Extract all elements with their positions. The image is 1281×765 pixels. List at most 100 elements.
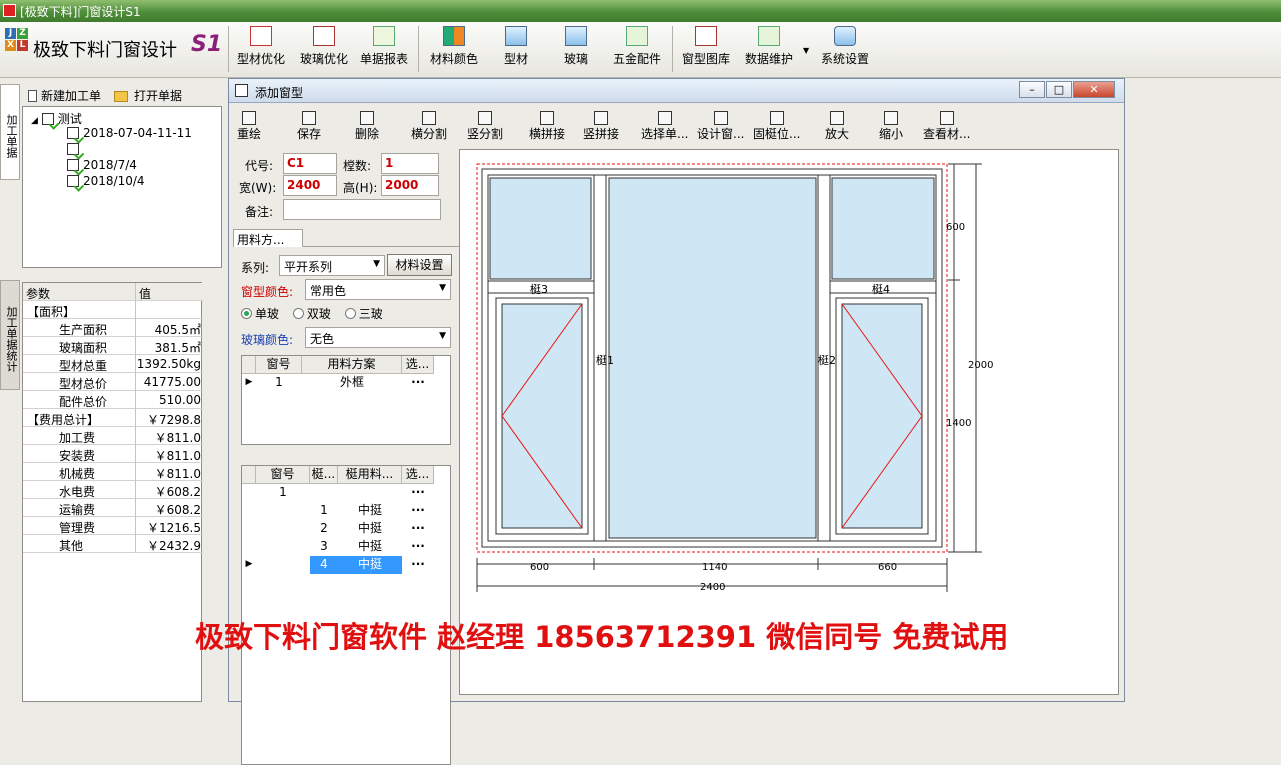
promo-watermark: 极致下料门窗软件 赵经理 18563712391 微信同号 免费试用 — [195, 620, 1009, 654]
grid-cell[interactable]: 2 — [310, 520, 338, 538]
close-button[interactable]: ✕ — [1073, 81, 1115, 98]
zoom-out-button[interactable]: 缩小 — [879, 111, 903, 141]
stat-key: 生产面积 — [59, 323, 108, 337]
grid-cell[interactable]: 1 — [256, 484, 310, 502]
series-select[interactable]: 平开系列 — [279, 255, 385, 276]
select-order-icon — [657, 111, 672, 125]
profile-optimize-button[interactable]: 型材优化 — [236, 24, 286, 76]
tab-order-stats[interactable]: 加工单据统计 — [0, 280, 20, 390]
select-ellipsis-button[interactable]: ··· — [402, 502, 434, 520]
redraw-button[interactable]: 重绘 — [237, 111, 261, 141]
stats-row[interactable]: 【面积】 — [23, 301, 203, 319]
stats-row[interactable]: 玻璃面积 381.5㎡ — [23, 337, 203, 355]
design-window-button[interactable]: 设计窗... — [697, 111, 744, 141]
tree-node[interactable]: 2018-07-04-11-11 — [67, 126, 192, 142]
zoom-in-button[interactable]: 放大 — [825, 111, 849, 141]
glass-optimize-button[interactable]: 玻璃优化 — [298, 24, 350, 76]
grid-cell[interactable] — [256, 538, 310, 556]
grid-cell[interactable] — [256, 502, 310, 520]
grid-cell[interactable]: 1 — [310, 502, 338, 520]
delete-button[interactable]: 删除 — [355, 111, 379, 141]
mullion-position-button[interactable]: 固梃位... — [753, 111, 800, 141]
stats-row[interactable]: 水电费 ￥608.2 — [23, 481, 203, 499]
tree-node[interactable]: 2018/7/4 — [67, 158, 137, 174]
stats-row[interactable]: 配件总价 510.00 — [23, 391, 203, 409]
note-field[interactable] — [283, 199, 441, 220]
stats-row[interactable]: 【费用总计】 ￥7298.8 — [23, 409, 203, 427]
code-field[interactable]: C1 — [283, 153, 337, 174]
select-order-button[interactable]: 选择单... — [641, 111, 688, 141]
maximize-button[interactable]: □ — [1046, 81, 1072, 98]
tree-node[interactable] — [67, 142, 83, 158]
system-settings-button[interactable]: 系统设置 — [818, 24, 872, 76]
stats-row[interactable]: 型材总重 1392.50kg — [23, 355, 203, 373]
column-divider — [135, 409, 136, 427]
select-ellipsis-button[interactable]: ··· — [402, 520, 434, 538]
dimension-text: 600 — [946, 222, 965, 233]
stats-row[interactable]: 运输费 ￥608.2 — [23, 499, 203, 517]
select-ellipsis-button[interactable]: ··· — [402, 538, 434, 556]
column-divider — [135, 499, 136, 517]
save-button[interactable]: 保存 — [297, 111, 321, 141]
stats-row[interactable]: 加工费 ￥811.0 — [23, 427, 203, 445]
current-row-icon: ▶ — [245, 377, 253, 387]
grid-cell[interactable] — [256, 556, 310, 574]
stats-row[interactable]: 生产面积 405.5㎡ — [23, 319, 203, 337]
vertical-join-button[interactable]: 竖拼接 — [583, 111, 619, 141]
glass-pane-top-right — [831, 177, 935, 280]
chevron-down-icon[interactable]: ▼ — [803, 46, 809, 55]
window-library-button[interactable]: 窗型图库 — [680, 24, 732, 76]
select-ellipsis-button[interactable]: ··· — [402, 374, 434, 392]
window-color-select[interactable]: 常用色 — [305, 279, 451, 300]
stats-row[interactable]: 机械费 ￥811.0 — [23, 463, 203, 481]
open-order-button[interactable]: 打开单据 — [114, 87, 182, 104]
stats-row[interactable]: 管理费 ￥1216.5 — [23, 517, 203, 535]
grid-cell[interactable] — [338, 484, 402, 502]
stats-row[interactable]: 其他 ￥2432.9 — [23, 535, 203, 553]
profile-button[interactable]: 型材 — [496, 24, 536, 76]
select-ellipsis-button[interactable]: ··· — [402, 556, 434, 574]
data-maintenance-button[interactable]: 数据维护 — [742, 24, 796, 76]
stats-row[interactable]: 型材总价 41775.00 — [23, 373, 203, 391]
glass-color-select[interactable]: 无色 — [305, 327, 451, 348]
horizontal-join-button[interactable]: 横拼接 — [529, 111, 565, 141]
new-order-button[interactable]: 新建加工单 — [28, 87, 101, 104]
vertical-split-button[interactable]: 竖分割 — [467, 111, 503, 141]
toolbar-separator — [228, 26, 229, 72]
count-field[interactable]: 1 — [381, 153, 439, 174]
horizontal-split-button[interactable]: 横分割 — [411, 111, 447, 141]
current-row-icon: ▶ — [245, 559, 253, 569]
tab-processing-orders[interactable]: 加工单据 — [0, 84, 20, 180]
material-settings-button[interactable]: 材料设置 — [387, 254, 452, 276]
minimize-button[interactable]: – — [1019, 81, 1045, 98]
report-button[interactable]: 单据报表 — [358, 24, 410, 76]
height-field[interactable]: 2000 — [381, 175, 439, 196]
grid-cell[interactable]: 1 — [256, 374, 302, 392]
triple-glass-radio[interactable]: 三玻 — [344, 307, 383, 321]
hardware-icon — [626, 26, 648, 46]
stat-value: 405.5㎡ — [154, 323, 201, 337]
grid-cell[interactable]: 中挺 — [338, 502, 402, 520]
select-ellipsis-button[interactable]: ··· — [402, 484, 434, 502]
grid-cell[interactable] — [256, 520, 310, 538]
stats-row[interactable]: 安装费 ￥811.0 — [23, 445, 203, 463]
grid-cell[interactable]: 3 — [310, 538, 338, 556]
material-color-button[interactable]: 材料颜色 — [428, 24, 480, 76]
grid-cell[interactable]: 外框 — [302, 374, 402, 392]
vertical-split-icon — [478, 111, 492, 125]
toolbar-label: 型材优化 — [236, 52, 285, 66]
view-material-button[interactable]: 查看材... — [923, 111, 970, 141]
width-field[interactable]: 2400 — [283, 175, 337, 196]
grid-cell[interactable]: 中挺 — [338, 520, 402, 538]
double-glass-radio[interactable]: 双玻 — [292, 307, 331, 321]
grid-cell[interactable]: 4 — [310, 556, 338, 574]
glass-button[interactable]: 玻璃 — [556, 24, 596, 76]
grid-cell[interactable]: 中挺 — [338, 556, 402, 574]
grid-cell[interactable] — [310, 484, 338, 502]
tree-node-root[interactable]: ◢ 测试 — [31, 110, 82, 126]
grid-cell[interactable]: 中挺 — [338, 538, 402, 556]
tab-material-plan[interactable]: 用料方... — [233, 229, 303, 247]
hardware-button[interactable]: 五金配件 — [610, 24, 664, 76]
single-glass-radio[interactable]: 单玻 — [241, 307, 279, 321]
tree-node[interactable]: 2018/10/4 — [67, 174, 145, 190]
